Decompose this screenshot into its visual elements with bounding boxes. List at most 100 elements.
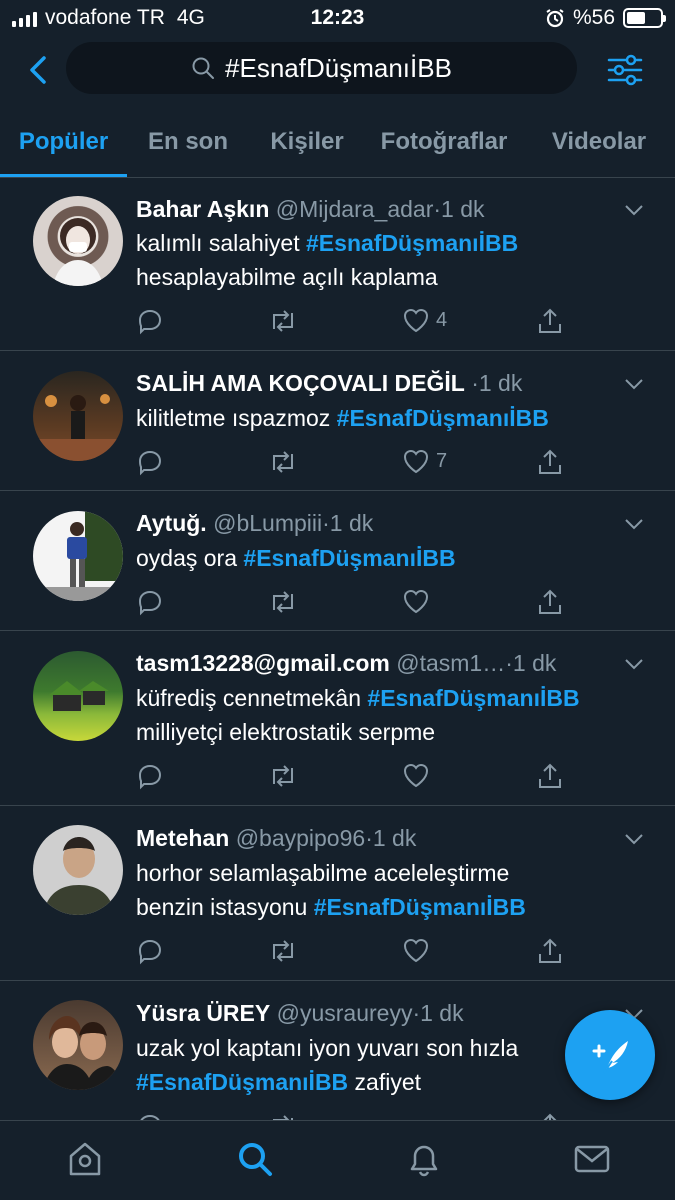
tweet-author-name[interactable]: SALİH AMA KOÇOVALI DEĞİL [136, 370, 465, 396]
retweet-button[interactable] [268, 762, 298, 790]
tab-popular[interactable]: Popüler [0, 108, 127, 177]
avatar[interactable] [33, 1000, 123, 1090]
tweet-author-name[interactable]: tasm13228@gmail.com [136, 650, 390, 676]
tweet-text: kilitletme ıspazmoz #EsnafDüşmanıİBB [136, 401, 647, 435]
hashtag-link[interactable]: #EsnafDüşmanıİBB [337, 405, 549, 431]
tweet-author-handle[interactable]: @Mijdara_adar [276, 196, 434, 222]
share-button[interactable] [536, 448, 564, 476]
reply-button[interactable] [136, 588, 164, 616]
tweet-text-part: horhor selamlaşabilme aceleleştirme [136, 860, 510, 886]
like-button[interactable]: 7 [402, 448, 447, 474]
alarm-icon [546, 9, 564, 28]
tweet-author-handle[interactable]: @bLumpiii [213, 510, 322, 536]
share-button[interactable] [536, 588, 564, 616]
chevron-down-icon[interactable] [623, 828, 645, 850]
reply-button[interactable] [136, 937, 164, 965]
share-button[interactable] [536, 762, 564, 790]
tweet-header: Aytuğ. @bLumpiii·1 dk [136, 508, 615, 538]
tweet-author-handle[interactable]: @tasm1… [396, 650, 505, 676]
tweet-header: Yüsra ÜREY @yusraureyy·1 dk [136, 998, 615, 1028]
tweet-author-name[interactable]: Metehan [136, 825, 229, 851]
filter-icon[interactable] [605, 50, 645, 90]
home-icon[interactable] [65, 1139, 105, 1179]
tweet-actions [136, 762, 576, 792]
chevron-down-icon[interactable] [623, 373, 645, 395]
search-input[interactable]: #EsnafDüşmanıİBB [66, 42, 577, 94]
share-icon [539, 308, 561, 333]
search-nav-icon[interactable] [235, 1139, 275, 1179]
reply-button[interactable] [136, 762, 164, 790]
tab-videos[interactable]: Videolar [523, 108, 675, 176]
share-icon [539, 589, 561, 614]
tweet-header: tasm13228@gmail.com @tasm1…·1 dk [136, 648, 615, 678]
tweet-author-name[interactable]: Aytuğ. [136, 510, 207, 536]
separator-dot: · [505, 650, 513, 676]
retweet-icon [273, 591, 293, 613]
notifications-bell-icon[interactable] [404, 1139, 444, 1179]
tweet-text: horhor selamlaşabilme aceleleştirme benz… [136, 856, 647, 924]
share-button[interactable] [536, 307, 564, 335]
tweet-card[interactable]: Bahar Aşkın @Mijdara_adar·1 dk kalımlı s… [0, 179, 675, 351]
heart-icon [403, 938, 429, 963]
tweet-actions [136, 588, 576, 618]
chevron-down-icon[interactable] [623, 513, 645, 535]
tweet-feed: Bahar Aşkın @Mijdara_adar·1 dk kalımlı s… [0, 179, 675, 1120]
avatar[interactable] [33, 196, 123, 286]
retweet-button[interactable] [268, 448, 298, 476]
heart-icon [403, 589, 429, 614]
tab-people[interactable]: Kişiler [249, 108, 365, 176]
tweet-time: 1 dk [372, 825, 417, 851]
like-button[interactable] [402, 762, 430, 788]
retweet-button[interactable] [268, 1112, 298, 1120]
retweet-icon [273, 1115, 293, 1120]
hashtag-link[interactable]: #EsnafDüşmanıİBB [243, 545, 455, 571]
hashtag-link[interactable]: #EsnafDüşmanıİBB [136, 1069, 348, 1095]
avatar[interactable] [33, 825, 123, 915]
reply-icon [138, 309, 162, 335]
compose-feather-icon [592, 1041, 628, 1074]
like-count: 4 [436, 308, 448, 331]
separator-dot: · [322, 510, 330, 536]
tweet-author-name[interactable]: Yüsra ÜREY [136, 1000, 270, 1026]
tweet-card[interactable]: Metehan @baypipo96·1 dk horhor selamlaşa… [0, 806, 675, 981]
tweet-author-handle[interactable]: @yusraureyy [277, 1000, 413, 1026]
reply-button[interactable] [136, 307, 164, 335]
tweet-time: 1 dk [420, 1000, 464, 1026]
messages-mail-icon[interactable] [572, 1139, 612, 1179]
status-right: %56 [545, 6, 666, 30]
hashtag-link[interactable]: #EsnafDüşmanıİBB [367, 685, 579, 711]
retweet-icon [273, 451, 293, 473]
heart-icon [403, 308, 429, 333]
bottom-nav [0, 1120, 675, 1200]
back-icon[interactable] [22, 52, 58, 88]
tweet-author-handle[interactable]: @baypipo96 [236, 825, 366, 851]
chevron-down-icon[interactable] [623, 653, 645, 675]
tab-latest[interactable]: En son [127, 108, 249, 176]
avatar[interactable] [33, 371, 123, 461]
retweet-button[interactable] [268, 588, 298, 616]
reply-button[interactable] [136, 448, 164, 476]
like-button[interactable] [402, 937, 430, 963]
chevron-down-icon[interactable] [623, 199, 645, 221]
tab-photos[interactable]: Fotoğraflar [365, 108, 523, 176]
avatar[interactable] [33, 651, 123, 741]
avatar[interactable] [33, 511, 123, 601]
tweet-card[interactable]: SALİH AMA KOÇOVALI DEĞİL ·1 dk kilitletm… [0, 351, 675, 491]
share-button[interactable] [536, 937, 564, 965]
tweet-card[interactable]: Aytuğ. @bLumpiii·1 dk oydaş ora #EsnafDü… [0, 491, 675, 631]
compose-tweet-button[interactable] [565, 1010, 655, 1100]
like-button[interactable] [402, 588, 430, 614]
like-button[interactable]: 4 [402, 307, 447, 333]
battery-fill [627, 12, 645, 24]
hashtag-link[interactable]: #EsnafDüşmanıİBB [314, 894, 526, 920]
tweet-author-name[interactable]: Bahar Aşkın [136, 196, 269, 222]
share-button[interactable] [536, 1112, 564, 1120]
tweet-actions [136, 937, 576, 967]
reply-button[interactable] [136, 1112, 164, 1120]
retweet-button[interactable] [268, 937, 298, 965]
tweet-card[interactable]: tasm13228@gmail.com @tasm1…·1 dk küfredi… [0, 631, 675, 806]
hashtag-link[interactable]: #EsnafDüşmanıİBB [306, 230, 518, 256]
separator-dot: · [365, 825, 373, 851]
retweet-button[interactable] [268, 307, 298, 335]
tweet-text-part: kilitletme ıspazmoz [136, 405, 337, 431]
